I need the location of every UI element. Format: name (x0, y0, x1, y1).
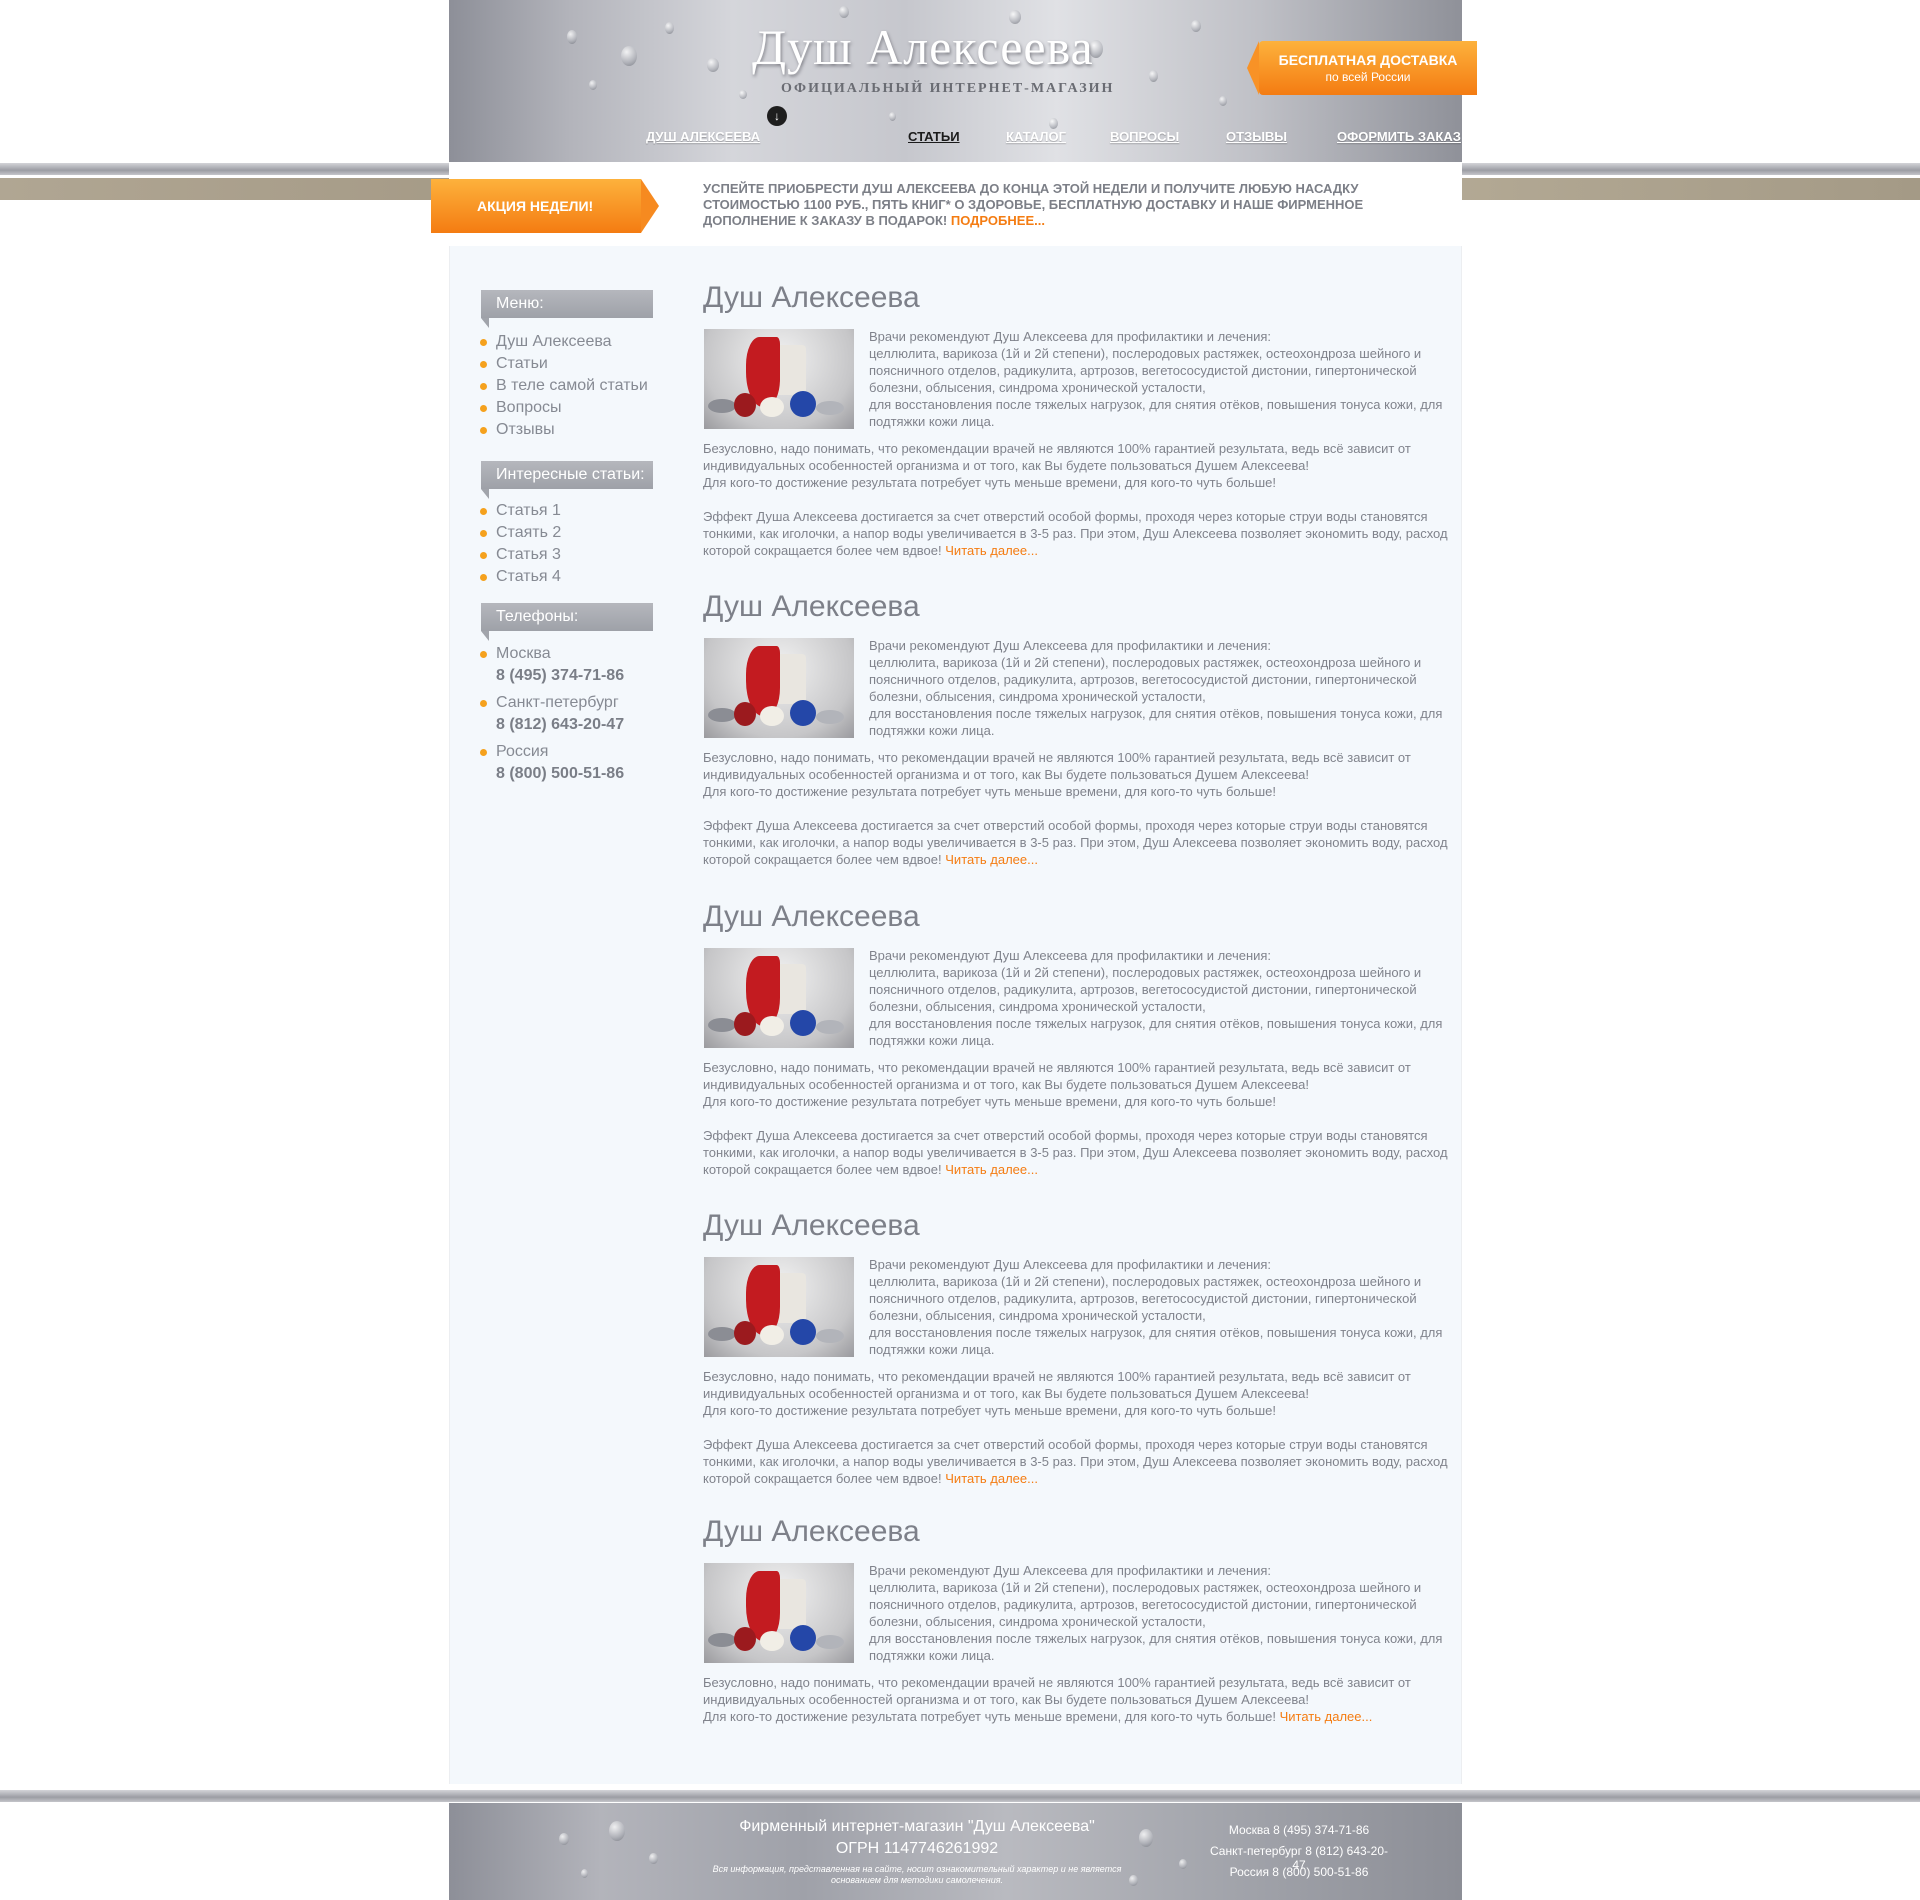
article-title[interactable]: Душ Алексеева (703, 589, 1455, 625)
sidebar-articles: Статья 1 Стаять 2 Статья 3 Статья 4 (480, 500, 561, 588)
phone-russia: Россия 8 (800) 500-51-86 (480, 741, 624, 785)
read-more-link[interactable]: Читать далее... (945, 1162, 1038, 1177)
water-drop-icon (621, 46, 637, 66)
article-title[interactable]: Душ Алексеева (703, 280, 1455, 316)
article-intro: Врачи рекомендуют Душ Алексеева для проф… (869, 1257, 1443, 1357)
product-image[interactable] (704, 1257, 854, 1357)
water-drop-icon (707, 58, 719, 72)
sidebar-article-1[interactable]: Статья 1 (480, 500, 561, 522)
sidebar-menu: Душ Алексеева Статьи В теле самой статьи… (480, 331, 648, 441)
article-body: Безусловно, надо понимать, что рекоменда… (703, 1368, 1455, 1487)
article-title[interactable]: Душ Алексеева (703, 899, 1455, 935)
read-more-link[interactable]: Читать далее... (1280, 1709, 1373, 1724)
arrow-down-icon: ↓ (767, 106, 787, 126)
footer-title: Фирменный интернет-магазин "Душ Алексеев… (739, 1818, 1095, 1835)
water-drop-icon (1139, 1829, 1153, 1847)
article-body-text: Безусловно, надо понимать, что рекоменда… (703, 1060, 1448, 1177)
promo-badge[interactable]: АКЦИЯ НЕДЕЛИ! (431, 179, 659, 233)
delivery-title: БЕСПЛАТНАЯ ДОСТАВКА (1278, 52, 1458, 68)
water-drop-icon (1219, 96, 1227, 106)
article: Душ Алексеева Врачи рекомендуют Душ Алек… (703, 589, 1455, 867)
free-delivery-banner[interactable]: БЕСПЛАТНАЯ ДОСТАВКА по всей России (1247, 41, 1477, 95)
read-more-link[interactable]: Читать далее... (945, 543, 1038, 558)
nav-item-reviews[interactable]: ОТЗЫВЫ (1226, 129, 1287, 144)
phone-city: Москва (496, 645, 551, 662)
water-drop-icon (1129, 1875, 1138, 1886)
article-body-text: Безусловно, надо понимать, что рекоменда… (703, 1369, 1448, 1486)
water-drop-icon (1149, 70, 1158, 82)
product-image[interactable] (704, 1563, 854, 1663)
phone-number[interactable]: 8 (812) 643-20-47 (496, 714, 624, 736)
water-drop-icon (567, 30, 577, 44)
article-body: Безусловно, надо понимать, что рекоменда… (703, 1674, 1455, 1725)
article-intro: Врачи рекомендуют Душ Алексеева для проф… (869, 948, 1443, 1048)
water-drop-icon (739, 90, 747, 99)
footer-phone-moscow[interactable]: Москва 8 (495) 374-71-86 (1209, 1823, 1389, 1837)
footer-phone-russia[interactable]: Россия 8 (800) 500-51-86 (1209, 1865, 1389, 1879)
nav-item-questions[interactable]: ВОПРОСЫ (1110, 129, 1179, 144)
menu-heading: Меню: (481, 290, 653, 328)
phone-moscow: Москва 8 (495) 374-71-86 (480, 643, 624, 687)
read-more-link[interactable]: Читать далее... (945, 1471, 1038, 1486)
phone-city: Россия (496, 743, 549, 760)
phone-number[interactable]: 8 (495) 374-71-86 (496, 665, 624, 687)
articles-heading: Интересные статьи: (481, 461, 653, 499)
water-drop-icon (839, 6, 849, 18)
read-more-link[interactable]: Читать далее... (945, 852, 1038, 867)
article: Душ Алексеева Врачи рекомендуют Душ Алек… (703, 1208, 1455, 1486)
main-content: Меню: Душ Алексеева Статьи В теле самой … (449, 246, 1462, 1784)
sidebar-item-in-article[interactable]: В теле самой статьи (480, 375, 648, 397)
article-intro: Врачи рекомендуют Душ Алексеева для проф… (869, 329, 1443, 429)
article: Душ Алексеева Врачи рекомендуют Душ Алек… (703, 899, 1455, 1177)
article-title[interactable]: Душ Алексеева (703, 1514, 1455, 1550)
footer-ogrn: ОГРН 1147746261992 (835, 1840, 999, 1857)
article-intro: Врачи рекомендуют Душ Алексеева для проф… (869, 638, 1443, 738)
nav-item-articles[interactable]: СТАТЬИ (908, 129, 960, 144)
logo-title[interactable]: Душ Алексеева (752, 18, 1094, 76)
phone-city: Санкт-петербург (496, 694, 619, 711)
article-intro: Врачи рекомендуют Душ Алексеева для проф… (869, 1563, 1443, 1663)
water-drop-icon (665, 22, 674, 34)
article-body-text: Безусловно, надо понимать, что рекоменда… (703, 441, 1448, 558)
phone-number[interactable]: 8 (800) 500-51-86 (496, 763, 624, 785)
promo-text: УСПЕЙТЕ ПРИОБРЕСТИ ДУШ АЛЕКСЕЕВА ДО КОНЦ… (703, 181, 1413, 229)
delivery-subtitle: по всей России (1325, 70, 1411, 84)
water-drop-icon (609, 1821, 625, 1841)
water-drop-icon (1049, 118, 1058, 129)
article-body: Безусловно, надо понимать, что рекоменда… (703, 440, 1455, 559)
product-image[interactable] (704, 329, 854, 429)
nav-item-home[interactable]: ДУШ АЛЕКСЕЕВА (646, 129, 760, 144)
footer-disclaimer: Вся информация, представленная на сайте,… (712, 1864, 1122, 1885)
water-drop-icon (889, 112, 896, 121)
site-footer: Фирменный интернет-магазин "Душ Алексеев… (449, 1803, 1462, 1900)
water-drop-icon (649, 1853, 658, 1864)
phone-spb: Санкт-петербург 8 (812) 643-20-47 (480, 692, 624, 736)
water-drop-icon (559, 1833, 569, 1845)
logo-subtitle: ОФИЦИАЛЬНЫЙ ИНТЕРНЕТ-МАГАЗИН (781, 81, 1115, 96)
sidebar-item-articles[interactable]: Статьи (480, 353, 648, 375)
sidebar-item-home[interactable]: Душ Алексеева (480, 331, 648, 353)
sidebar-article-3[interactable]: Статья 3 (480, 544, 561, 566)
article-title[interactable]: Душ Алексеева (703, 1208, 1455, 1244)
product-image[interactable] (704, 638, 854, 738)
article: Душ Алексеева Врачи рекомендуют Душ Алек… (703, 1514, 1455, 1724)
water-drop-icon (581, 1869, 588, 1878)
sidebar-item-reviews[interactable]: Отзывы (480, 419, 648, 441)
nav-item-order[interactable]: ОФОРМИТЬ ЗАКАЗ (1337, 129, 1461, 144)
nav-item-catalog[interactable]: КАТАЛОГ (1006, 129, 1066, 144)
water-drop-icon (1179, 1859, 1187, 1869)
water-drop-icon (1191, 20, 1201, 32)
article-body-text: Безусловно, надо понимать, что рекоменда… (703, 750, 1448, 867)
article: Душ Алексеева Врачи рекомендуют Душ Алек… (703, 280, 1455, 558)
product-image[interactable] (704, 948, 854, 1048)
page-wrapper: Душ Алексеева ОФИЦИАЛЬНЫЙ ИНТЕРНЕТ-МАГАЗ… (431, 0, 1477, 1900)
article-body: Безусловно, надо понимать, что рекоменда… (703, 1059, 1455, 1178)
promo-more-link[interactable]: ПОДРОБНЕЕ... (951, 213, 1045, 228)
sidebar-item-questions[interactable]: Вопросы (480, 397, 648, 419)
sidebar-article-2[interactable]: Стаять 2 (480, 522, 561, 544)
water-drop-icon (589, 80, 597, 90)
sidebar-article-4[interactable]: Статья 4 (480, 566, 561, 588)
article-body: Безусловно, надо понимать, что рекоменда… (703, 749, 1455, 868)
phones-heading: Телефоны: (481, 603, 653, 641)
